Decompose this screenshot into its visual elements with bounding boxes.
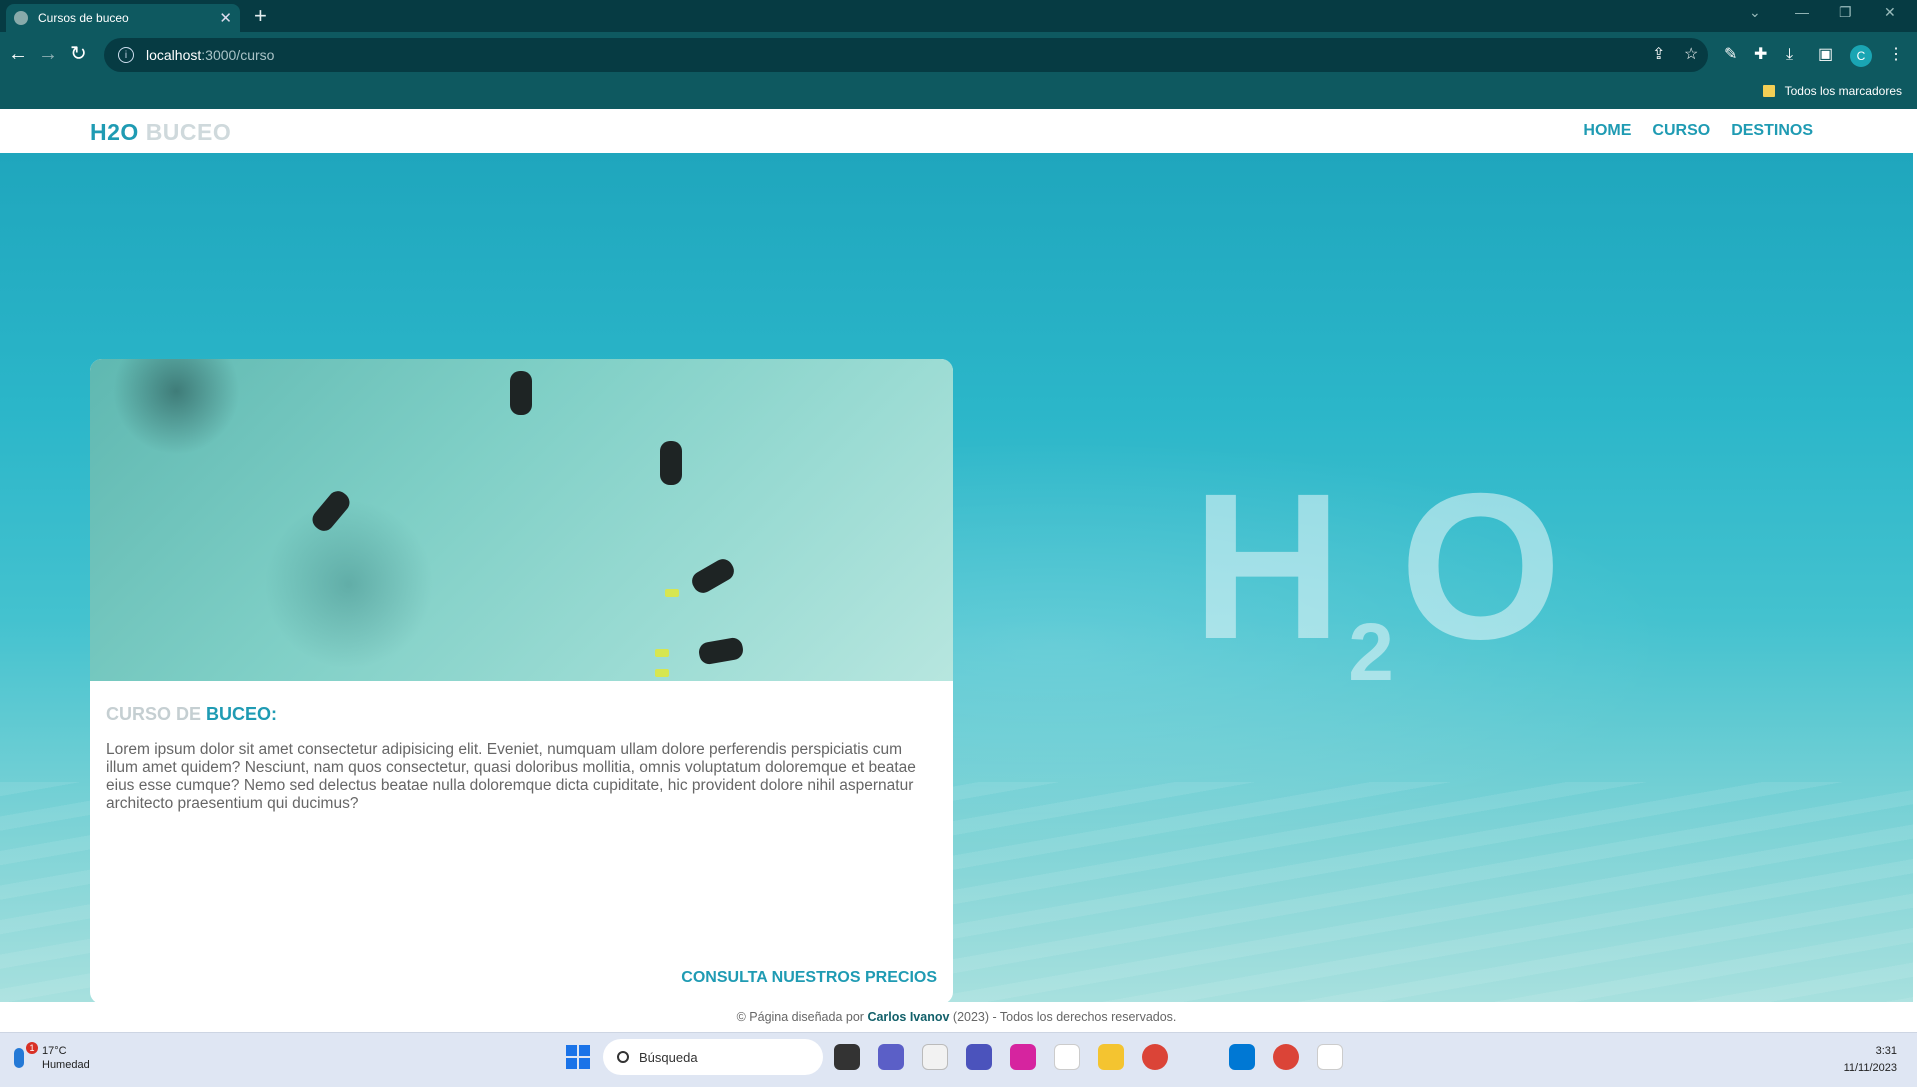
browser-tab-strip: Cursos de buceo ✕ + ⌄ — ❐ ✕ <box>0 0 1917 32</box>
prices-link[interactable]: CONSULTA NUESTROS PRECIOS <box>681 969 937 987</box>
weather-desc: Humedad <box>42 1059 90 1071</box>
web-page: H2O BUCEO HOME CURSO DESTINOS H2O CURSO … <box>0 109 1913 1032</box>
diver-figure <box>697 636 745 666</box>
nav-curso[interactable]: CURSO <box>1652 122 1710 140</box>
diver-figure <box>308 487 354 535</box>
itunes-icon[interactable] <box>922 1044 948 1070</box>
teams-icon[interactable] <box>966 1044 992 1070</box>
taskbar: 1 17°C Humedad Búsqueda 3:31 11/11/2023 <box>0 1032 1917 1087</box>
share-icon[interactable]: ⇪ <box>1652 46 1665 64</box>
url-host: localhost <box>146 47 202 63</box>
footer-author: Carlos Ivanov <box>867 1010 950 1024</box>
all-bookmarks-button[interactable]: Todos los marcadores <box>1762 84 1902 98</box>
chrome-active-icon[interactable] <box>1273 1044 1299 1070</box>
reload-icon[interactable]: ↻ <box>70 42 87 66</box>
divers-photo <box>90 359 953 681</box>
diver-fin <box>655 669 669 677</box>
browser-tab[interactable]: Cursos de buceo ✕ <box>6 4 240 32</box>
site-header: H2O BUCEO HOME CURSO DESTINOS <box>0 109 1913 153</box>
close-window-icon[interactable]: ✕ <box>1884 4 1896 21</box>
site-logo[interactable]: H2O BUCEO <box>90 119 231 146</box>
hero-subscript: 2 <box>1348 607 1394 698</box>
logo-buceo: BUCEO <box>145 119 232 145</box>
logo-h2o: H2O <box>90 119 139 145</box>
hero-o: O <box>1399 451 1562 683</box>
weather-icon <box>14 1048 24 1068</box>
extensions-icon[interactable]: ✚ <box>1754 46 1767 64</box>
footer-prefix: © Página diseñada por <box>736 1010 864 1024</box>
close-tab-icon[interactable]: ✕ <box>219 9 232 27</box>
back-icon[interactable]: ← <box>8 42 28 66</box>
slack-icon[interactable] <box>1054 1044 1080 1070</box>
search-icon <box>617 1051 629 1063</box>
main-nav: HOME CURSO DESTINOS <box>1583 122 1813 140</box>
bookmarks-label: Todos los marcadores <box>1784 84 1902 98</box>
bookmark-star-icon[interactable]: ☆ <box>1684 46 1698 64</box>
weather-widget[interactable]: 1 17°C Humedad <box>14 1042 90 1072</box>
course-card: CURSO DE BUCEO: Lorem ipsum dolor sit am… <box>90 359 953 1004</box>
favicon-icon <box>14 11 28 25</box>
menu-kebab-icon[interactable]: ⋮ <box>1888 46 1904 64</box>
instagram-icon[interactable] <box>1010 1044 1036 1070</box>
nav-destinos[interactable]: DESTINOS <box>1731 122 1813 140</box>
notification-badge: 1 <box>26 1042 38 1054</box>
diver-figure <box>660 441 682 485</box>
side-panel-icon[interactable]: ▣ <box>1818 46 1833 64</box>
card-body: Lorem ipsum dolor sit amet consectetur a… <box>106 741 916 812</box>
diver-figure <box>688 555 738 597</box>
bookmarks-bar: Todos los marcadores <box>0 78 1917 109</box>
file-explorer-icon[interactable] <box>1098 1044 1124 1070</box>
diver-fin <box>655 649 669 657</box>
clock-time: 3:31 <box>1875 1045 1897 1057</box>
snipping-tool-icon[interactable] <box>1317 1044 1343 1070</box>
restore-icon[interactable]: ❐ <box>1839 4 1852 21</box>
hero-h2o-text: H2O <box>1192 463 1562 757</box>
address-bar[interactable]: i localhost:3000/curso <box>104 38 1708 72</box>
browser-toolbar: ← → ↻ i localhost:3000/curso ⇪ ☆ ✎ ✚ ⤓ ▣… <box>0 32 1917 78</box>
start-icon[interactable] <box>566 1045 590 1069</box>
card-title: CURSO DE BUCEO: <box>106 704 278 724</box>
hero-h: H <box>1192 451 1343 683</box>
vscode-icon[interactable] <box>1229 1044 1255 1070</box>
tab-search-icon[interactable]: ⌄ <box>1749 4 1761 21</box>
url-path: :3000/curso <box>201 47 275 63</box>
extension-pen-icon[interactable]: ✎ <box>1724 46 1737 64</box>
minimize-icon[interactable]: — <box>1795 4 1809 20</box>
forward-icon[interactable]: → <box>38 42 58 66</box>
tab-title: Cursos de buceo <box>38 11 129 25</box>
clock-date: 11/11/2023 <box>1843 1062 1897 1074</box>
search-placeholder: Búsqueda <box>639 1049 698 1065</box>
download-icon[interactable]: ⤓ <box>1786 46 1793 64</box>
diver-fin <box>665 589 679 597</box>
diver-figure <box>510 371 532 415</box>
profile-avatar[interactable]: C <box>1850 45 1872 67</box>
new-tab-button[interactable]: + <box>254 3 267 29</box>
teams-chat-icon[interactable] <box>878 1044 904 1070</box>
site-info-icon[interactable]: i <box>118 47 134 63</box>
folder-icon <box>1762 85 1775 97</box>
chrome-icon[interactable] <box>1142 1044 1168 1070</box>
task-view-icon[interactable] <box>834 1044 860 1070</box>
weather-temp: 17°C <box>42 1045 67 1057</box>
site-footer: © Página diseñada por Carlos Ivanov (202… <box>0 1002 1913 1032</box>
footer-suffix: (2023) - Todos los derechos reservados. <box>952 1010 1177 1024</box>
nav-home[interactable]: HOME <box>1583 122 1631 140</box>
taskbar-search[interactable]: Búsqueda <box>603 1039 823 1075</box>
taskbar-clock[interactable]: 3:31 11/11/2023 <box>1844 1043 1897 1077</box>
